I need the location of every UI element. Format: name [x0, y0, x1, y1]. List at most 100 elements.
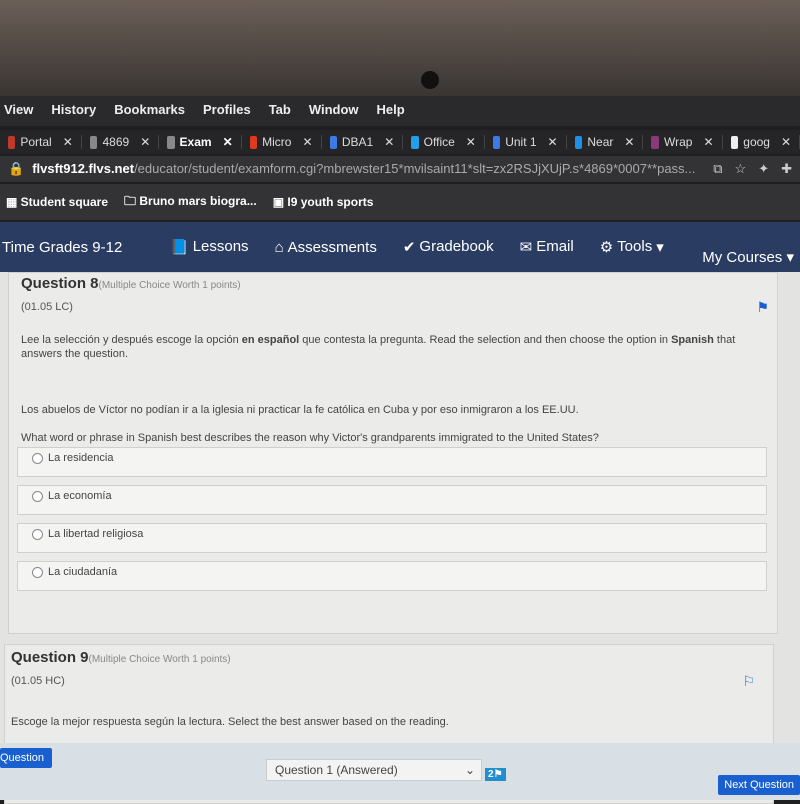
text: en español — [241, 334, 300, 346]
option-label: La ciudadanía — [48, 566, 118, 578]
question-number: Question 8 — [21, 275, 99, 292]
browser-tab[interactable]: Portal ✕ — [0, 135, 82, 149]
exam-footer: Question Question 1 (Answered) ⌄ 2⚑ Next … — [0, 743, 800, 800]
answer-option[interactable]: La economía — [17, 485, 767, 515]
browser-tab[interactable]: Micro ✕ — [242, 135, 322, 149]
bookmark-youth-sports[interactable]: ▣ I9 youth sports — [273, 195, 374, 209]
favicon-icon — [730, 135, 739, 149]
favicon-icon — [8, 135, 16, 149]
close-icon[interactable]: ✕ — [223, 135, 233, 149]
nav-email[interactable]: ✉ Email — [520, 238, 574, 256]
radio-button[interactable] — [32, 453, 43, 464]
nav-lessons[interactable]: 📘 Lessons — [170, 238, 249, 256]
menu-tab[interactable]: Tab — [269, 102, 291, 120]
tab-label: Office — [423, 135, 455, 149]
url-domain: flvsft912.flvs.net — [32, 161, 135, 176]
menu-window[interactable]: Window — [309, 102, 359, 120]
close-icon[interactable]: ✕ — [703, 135, 713, 149]
chevron-down-icon: ⌄ — [464, 763, 475, 777]
bookmark-label: I9 youth sports — [287, 195, 374, 209]
url-path: /educator/student/examform.cgi?mbrewster… — [134, 161, 696, 176]
close-icon[interactable]: ✕ — [466, 135, 476, 149]
close-icon[interactable]: ✕ — [781, 135, 791, 149]
text: Lee la selección y después escoge la opc… — [21, 334, 242, 346]
browser-tab[interactable]: 4869 ✕ — [82, 135, 160, 149]
text: Spanish — [671, 334, 714, 346]
favicon-icon — [329, 135, 337, 149]
bookmarks-bar: ▦ Student square 🗀 Bruno mars biogra... … — [0, 184, 800, 220]
browser-tab[interactable]: goog ✕ — [723, 135, 800, 149]
favicon-icon — [249, 135, 258, 149]
browser-tab[interactable]: Unit 1 ✕ — [485, 135, 567, 149]
bookmark-bruno-mars[interactable]: 🗀 Bruno mars biogra... — [124, 192, 257, 213]
flag-outline-icon[interactable]: ⚐ — [742, 673, 755, 690]
star-icon[interactable]: ☆ — [735, 161, 747, 177]
favicon-icon — [167, 135, 175, 149]
select-value: Question 1 (Answered) — [275, 763, 398, 777]
question-code: (01.05 HC) — [11, 675, 65, 687]
nav-tools[interactable]: ⚙ Tools ▾ — [600, 238, 664, 256]
option-label: La libertad religiosa — [48, 528, 144, 540]
question-title: Question 8(Multiple Choice Worth 1 point… — [21, 275, 241, 292]
previous-question-button[interactable]: Question — [0, 748, 53, 768]
browser-tab[interactable]: DBA1 ✕ — [322, 135, 404, 149]
menu-help[interactable]: Help — [377, 102, 405, 120]
screen-bezel — [0, 0, 800, 96]
option-label: La economía — [48, 490, 112, 502]
nav-gradebook[interactable]: ✔ Gradebook — [403, 238, 494, 256]
badge-count: 2 — [488, 769, 494, 780]
menu-view[interactable]: View — [4, 102, 33, 120]
question-code: (01.05 LC) — [21, 301, 73, 313]
question-number: Question 9 — [11, 649, 89, 666]
radio-button[interactable] — [32, 491, 43, 502]
radio-button[interactable] — [32, 529, 43, 540]
flagged-count-badge[interactable]: 2⚑ — [485, 768, 506, 781]
close-icon[interactable]: ✕ — [140, 135, 150, 149]
favicon-icon — [492, 135, 501, 149]
favicon-icon — [411, 135, 419, 149]
close-icon[interactable]: ✕ — [384, 135, 394, 149]
menu-profiles[interactable]: Profiles — [203, 102, 251, 120]
browser-tab[interactable]: Wrap ✕ — [643, 135, 723, 149]
tab-label: Unit 1 — [505, 135, 537, 149]
radio-button[interactable] — [32, 567, 43, 578]
close-icon[interactable]: ✕ — [548, 135, 558, 149]
question-meta: (Multiple Choice Worth 1 points) — [88, 654, 231, 665]
answer-option[interactable]: La ciudadanía — [17, 561, 767, 591]
translate-icon[interactable]: ⧉ — [713, 161, 722, 177]
answer-option[interactable]: La residencia — [17, 447, 767, 477]
book-icon: 📘 — [170, 239, 189, 256]
tab-label: Wrap — [664, 135, 693, 149]
extension-icon[interactable]: ✦ — [758, 161, 769, 177]
browser-tab[interactable]: Exam ✕ — [159, 135, 242, 149]
instructions: Lee la selección y después escoge la opc… — [21, 333, 766, 361]
puzzle-icon[interactable]: ✚ — [781, 161, 792, 177]
close-icon[interactable]: ✕ — [63, 135, 73, 149]
close-icon[interactable]: ✕ — [302, 135, 312, 149]
menu-bookmarks[interactable]: Bookmarks — [114, 102, 185, 120]
nav-my-courses[interactable]: My Courses ▾ — [702, 248, 794, 266]
tab-label: goog — [743, 135, 770, 149]
exam-content: Question 8(Multiple Choice Worth 1 point… — [0, 272, 800, 804]
browser-tab[interactable]: Near ✕ — [567, 135, 644, 149]
question-select[interactable]: Question 1 (Answered) ⌄ — [266, 759, 482, 781]
menu-bar: View History Bookmarks Profiles Tab Wind… — [0, 96, 800, 126]
favicon-icon — [89, 135, 98, 149]
close-icon[interactable]: ✕ — [624, 135, 634, 149]
browser-tab[interactable]: Office ✕ — [403, 135, 485, 149]
question-meta: (Multiple Choice Worth 1 points) — [98, 280, 241, 291]
bookmark-student-square[interactable]: ▦ Student square — [6, 195, 108, 209]
nav-label: Gradebook — [419, 238, 494, 255]
flag-icon[interactable]: ⚑ — [756, 299, 769, 316]
gear-icon: ⚙ — [599, 239, 614, 256]
favicon-icon — [574, 135, 583, 149]
question-title: Question 9(Multiple Choice Worth 1 point… — [11, 649, 231, 666]
nav-assessments[interactable]: ⌂ Assessments — [275, 239, 377, 256]
menu-history[interactable]: History — [51, 102, 96, 120]
address-bar[interactable]: 🔒 flvsft912.flvs.net/educator/student/ex… — [0, 156, 800, 182]
answer-option[interactable]: La libertad religiosa — [17, 523, 767, 553]
next-question-button[interactable]: Next Question — [718, 775, 800, 795]
tab-label: 4869 — [102, 135, 130, 149]
site-nav: Time Grades 9-12 📘 Lessons ⌂ Assessments ✔… — [0, 222, 800, 272]
bookmark-label: Student square — [20, 195, 109, 209]
